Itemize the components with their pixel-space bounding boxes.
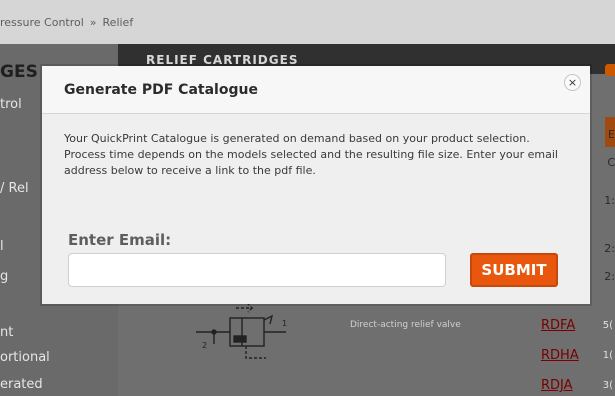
section-title: RELIEF CARTRIDGES bbox=[146, 53, 299, 67]
close-icon[interactable]: × bbox=[564, 74, 581, 91]
sidebar-item-proportional[interactable]: ortional bbox=[0, 350, 50, 365]
sidebar-item-control[interactable]: trol bbox=[0, 97, 22, 112]
orange-tab[interactable] bbox=[605, 64, 615, 76]
sidebar-item-4[interactable]: g bbox=[0, 269, 8, 284]
sidebar-title: GES bbox=[0, 62, 38, 82]
column-fragment: 2: bbox=[604, 270, 615, 283]
product-code-link[interactable]: RDJA bbox=[541, 378, 573, 393]
row-value: 5( bbox=[602, 320, 613, 331]
generate-pdf-dialog: Generate PDF Catalogue × Your QuickPrint… bbox=[42, 66, 590, 304]
breadcrumb-separator: » bbox=[89, 15, 97, 29]
breadcrumb: ressure Control » Relief bbox=[0, 0, 615, 44]
breadcrumb-item-pressure-control[interactable]: ressure Control bbox=[0, 16, 84, 29]
row-description: Direct-acting relief valve bbox=[350, 320, 461, 330]
row-value: 1( bbox=[602, 350, 613, 361]
sidebar-item-operated[interactable]: erated bbox=[0, 377, 43, 392]
column-fragment: 1: bbox=[604, 194, 615, 207]
email-label: Enter Email: bbox=[68, 231, 172, 249]
dialog-title: Generate PDF Catalogue bbox=[64, 82, 258, 98]
sidebar-item-5[interactable]: nt bbox=[0, 325, 13, 340]
relief-valve-schematic-icon: 1 2 bbox=[196, 303, 287, 359]
column-fragment: 2: bbox=[604, 242, 615, 255]
breadcrumb-item-relief[interactable]: Relief bbox=[103, 16, 134, 29]
submit-button[interactable]: SUBMIT bbox=[470, 253, 558, 287]
sidebar-item-3[interactable]: l bbox=[0, 239, 4, 254]
page-background: ressure Control » Relief GES trol / Rel … bbox=[0, 0, 615, 396]
port-label: 2 bbox=[202, 341, 207, 350]
email-input[interactable] bbox=[68, 253, 446, 287]
dialog-header: Generate PDF Catalogue × bbox=[42, 66, 590, 114]
product-code-link[interactable]: RDHA bbox=[541, 348, 579, 363]
column-fragment: C bbox=[607, 156, 615, 169]
column-fragment: E bbox=[608, 128, 615, 141]
sidebar-item-relief[interactable]: / Rel bbox=[0, 181, 29, 196]
row-value: 3( bbox=[602, 380, 613, 391]
product-code-link[interactable]: RDFA bbox=[541, 318, 575, 333]
dialog-description: Your QuickPrint Catalogue is generated o… bbox=[64, 132, 558, 177]
port-label: 1 bbox=[282, 319, 287, 328]
